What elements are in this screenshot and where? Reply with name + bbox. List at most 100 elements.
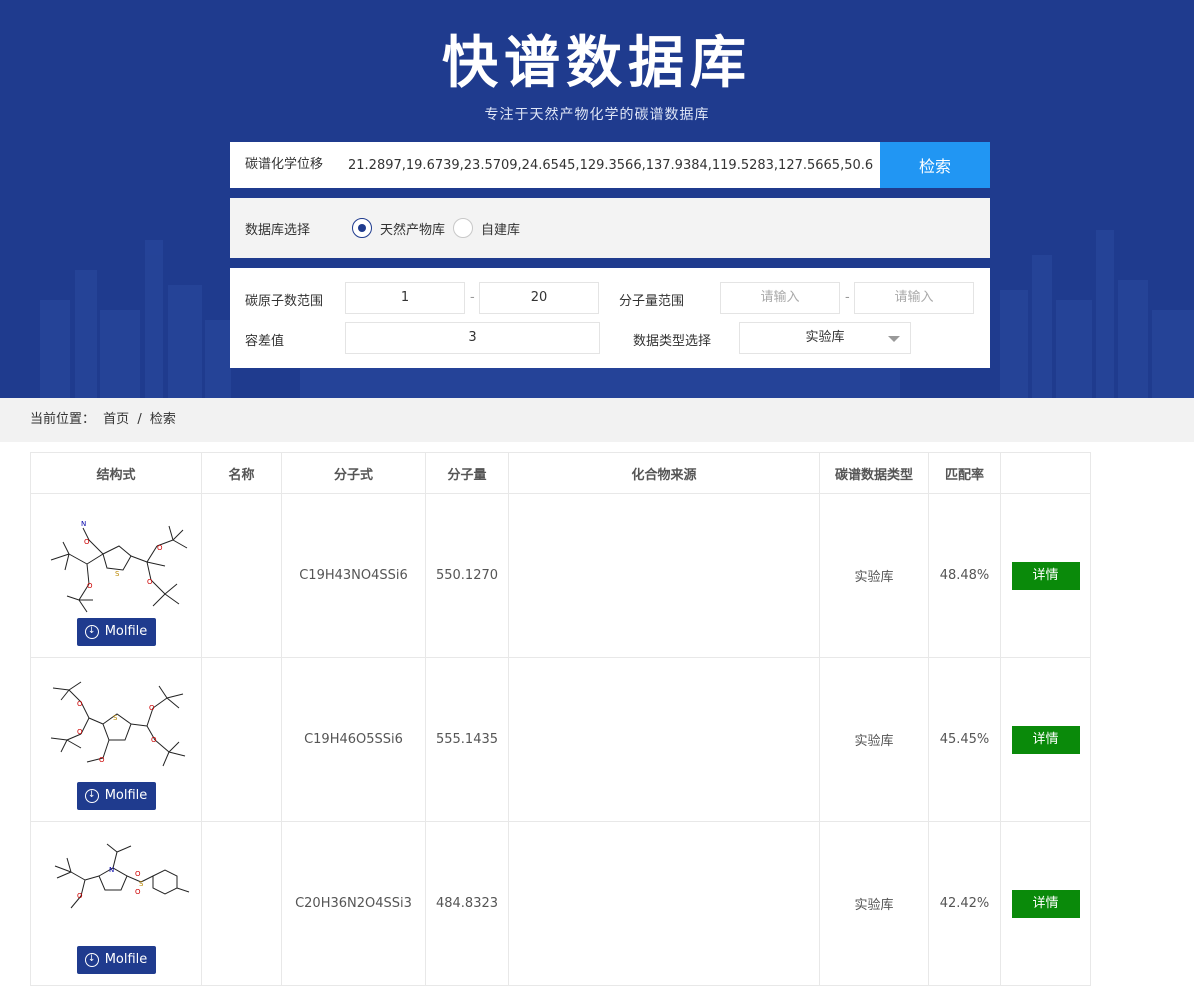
cell-formula: C20H36N2O4SSi3: [281, 821, 426, 986]
hero-banner: 快谱数据库 专注于天然产物化学的碳谱数据库 碳谱化学位移 检索 数据库选择 天然…: [0, 0, 1194, 398]
download-circle-icon: ↓: [84, 952, 99, 967]
svg-text:O: O: [99, 756, 105, 764]
svg-text:S: S: [139, 880, 144, 888]
range-separator: -: [845, 290, 850, 305]
header-formula: 分子式: [281, 452, 426, 494]
radio-custom-library[interactable]: 自建库: [453, 218, 520, 238]
data-type-label: 数据类型选择: [633, 334, 712, 349]
svg-text:N: N: [109, 866, 114, 874]
breadcrumb: 当前位置： 首页 / 检索: [0, 398, 1194, 442]
molfile-download-button[interactable]: ↓ Molfile: [76, 781, 156, 810]
svg-text:O: O: [77, 892, 83, 900]
range-separator: -: [470, 290, 475, 305]
molfile-download-button[interactable]: ↓ Molfile: [76, 945, 156, 974]
header-structure: 结构式: [30, 452, 202, 494]
download-circle-icon: ↓: [84, 788, 99, 803]
cell-actions: 详情: [1000, 821, 1091, 986]
cell-name: [201, 821, 282, 986]
svg-text:S: S: [115, 570, 120, 578]
radio-natural-products[interactable]: 天然产物库: [352, 218, 445, 238]
header-data-type: 碳谱数据类型: [819, 452, 929, 494]
cell-mw: 555.1435: [425, 657, 509, 822]
radio-label: 自建库: [481, 222, 521, 238]
cell-data-type: 实验库: [819, 821, 929, 986]
database-label: 数据库选择: [245, 222, 311, 238]
tolerance-label: 容差值: [245, 334, 285, 349]
header-match-rate: 匹配率: [928, 452, 1001, 494]
radio-label: 天然产物库: [380, 222, 446, 238]
molecule-structure-image: O O O O N S: [50, 520, 188, 612]
radio-unchecked-icon: [453, 218, 474, 238]
mw-range-label: 分子量范围: [619, 294, 685, 309]
page-title: 快谱数据库: [442, 31, 752, 96]
svg-text:N: N: [81, 520, 86, 528]
structure-cell: O O O O N S ↓ Molfile: [30, 493, 202, 658]
header-name: 名称: [201, 452, 282, 494]
svg-text:O: O: [135, 888, 141, 896]
filter-panel: 碳原子数范围 1 - 20 分子量范围 请输入 - 请输入 容差值 3 数据类型…: [230, 268, 990, 368]
molecule-structure-image: O O O O O S: [50, 681, 186, 766]
breadcrumb-separator: /: [137, 412, 142, 427]
svg-text:O: O: [151, 736, 157, 744]
structure-cell: O O O O O S ↓ Molfile: [30, 657, 202, 822]
header-actions: [1000, 452, 1091, 494]
svg-text:O: O: [87, 582, 93, 590]
page-subtitle: 专注于天然产物化学的碳谱数据库: [484, 107, 710, 123]
cell-formula: C19H46O5SSi6: [281, 657, 426, 822]
cell-match-rate: 45.45%: [928, 657, 1001, 822]
cell-source: [508, 493, 820, 658]
cell-mw: 550.1270: [425, 493, 509, 658]
structure-cell: O O O S N ↓ Molfile: [30, 821, 202, 986]
svg-text:O: O: [84, 538, 90, 546]
shift-search-bar: 碳谱化学位移 检索: [230, 142, 990, 188]
cell-formula: C19H43NO4SSi6: [281, 493, 426, 658]
cell-match-rate: 42.42%: [928, 821, 1001, 986]
mw-max-input[interactable]: 请输入: [854, 282, 974, 314]
download-circle-icon: ↓: [84, 624, 99, 639]
molfile-label: Molfile: [104, 624, 148, 639]
svg-text:O: O: [149, 704, 155, 712]
table-header-row: 结构式 名称 分子式 分子量 化合物来源 碳谱数据类型 匹配率: [30, 452, 1091, 494]
table-row: O O O S N ↓ Molfile C20H36N2O4SSi3 484.832…: [30, 821, 1091, 986]
cell-source: [508, 657, 820, 822]
svg-text:O: O: [157, 544, 163, 552]
breadcrumb-prefix: 当前位置：: [30, 412, 96, 427]
table-row: O O O O N S ↓ Molfile C19H43NO4SSi6 550.127…: [30, 493, 1091, 658]
cell-actions: 详情: [1000, 657, 1091, 822]
results-table: 结构式 名称 分子式 分子量 化合物来源 碳谱数据类型 匹配率 O O O O …: [30, 452, 1091, 986]
table-row: OOOOO S ↓ Molfile C19H46O5SSi6 555.1435 …: [30, 657, 1091, 822]
molecule-structure-image: O O O S N: [54, 843, 190, 908]
detail-button[interactable]: 详情: [1011, 725, 1080, 754]
cell-name: [201, 657, 282, 822]
cell-data-type: 实验库: [819, 493, 929, 658]
detail-button[interactable]: 详情: [1011, 561, 1080, 590]
search-button[interactable]: 检索: [880, 142, 990, 188]
breadcrumb-current: 检索: [149, 412, 176, 427]
detail-button[interactable]: 详情: [1011, 889, 1080, 918]
svg-text:O: O: [147, 578, 153, 586]
molfile-label: Molfile: [104, 952, 148, 967]
data-type-value: 实验库: [805, 330, 845, 345]
svg-text:O: O: [135, 870, 141, 878]
shift-search-input[interactable]: [342, 142, 880, 188]
carbon-min-input[interactable]: 1: [345, 282, 465, 314]
cell-actions: 详情: [1000, 493, 1091, 658]
radio-checked-icon: [352, 218, 372, 238]
search-label: 碳谱化学位移: [245, 157, 324, 172]
data-type-select[interactable]: 实验库: [739, 322, 911, 354]
database-selector: 数据库选择 天然产物库 自建库: [230, 198, 990, 258]
cell-name: [201, 493, 282, 658]
cell-data-type: 实验库: [819, 657, 929, 822]
cell-mw: 484.8323: [425, 821, 509, 986]
tolerance-input[interactable]: 3: [345, 322, 600, 354]
svg-text:O: O: [77, 728, 83, 736]
mw-min-input[interactable]: 请输入: [720, 282, 840, 314]
header-mw: 分子量: [425, 452, 509, 494]
caret-down-icon: [888, 336, 900, 342]
carbon-max-input[interactable]: 20: [479, 282, 599, 314]
svg-text:S: S: [113, 714, 118, 722]
carbon-range-label: 碳原子数范围: [245, 294, 324, 309]
molfile-label: Molfile: [104, 788, 148, 803]
molfile-download-button[interactable]: ↓ Molfile: [76, 617, 156, 646]
breadcrumb-home[interactable]: 首页: [103, 412, 129, 427]
